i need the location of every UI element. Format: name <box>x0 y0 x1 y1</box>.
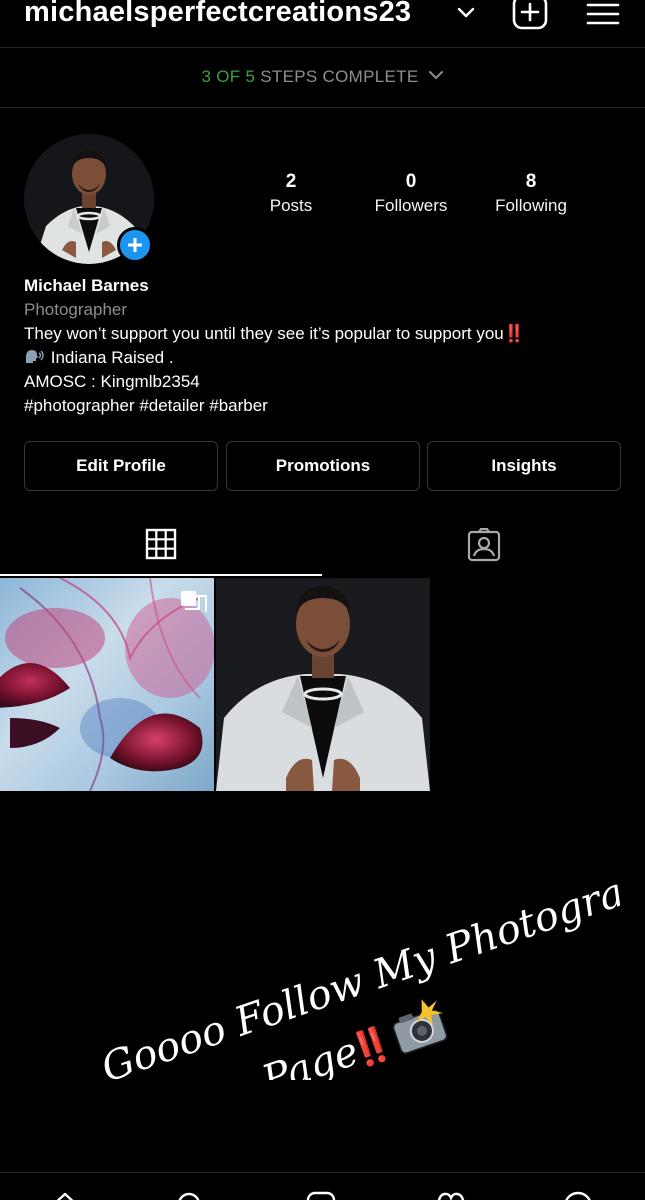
tagged-icon <box>467 528 500 562</box>
promo-overlay: Goooo Follow My Photography Page ‼️ <box>96 850 620 1080</box>
username-title[interactable]: michaelsperfectcreations23 <box>24 0 411 29</box>
stat-posts[interactable]: 2 Posts <box>231 170 351 218</box>
heart-icon[interactable] <box>436 1191 466 1200</box>
multiple-photos-icon <box>181 591 200 610</box>
profile-name: Michael Barnes <box>24 276 149 295</box>
edit-profile-button[interactable]: Edit Profile <box>24 441 218 491</box>
search-icon[interactable] <box>176 1191 206 1200</box>
insights-button[interactable]: Insights <box>427 441 621 491</box>
profile-bio: Michael Barnes Photographer They won’t s… <box>24 274 624 418</box>
profile-category: Photographer <box>24 300 128 319</box>
stat-following[interactable]: 8 Following <box>471 170 591 218</box>
bio-text: They won’t support you until they see it… <box>24 324 504 343</box>
bio-line: Indiana Raised . <box>24 346 624 370</box>
bio-line: AMOSC : Kingmlb2354 <box>24 372 200 391</box>
steps-rest: STEPS COMPLETE <box>255 67 419 86</box>
profile-icon[interactable] <box>563 1191 593 1200</box>
bio-line: They won’t support you until they see it… <box>24 322 624 346</box>
camera-flash-icon <box>392 999 448 1054</box>
bottom-nav <box>0 1172 645 1200</box>
double-exclamation-icon: ‼️ <box>503 324 525 343</box>
portrait-image <box>216 578 430 791</box>
promotions-button[interactable]: Promotions <box>226 441 420 491</box>
add-story-button[interactable] <box>117 227 153 263</box>
stat-label: Following <box>495 196 567 215</box>
new-post-icon[interactable] <box>512 0 548 30</box>
stat-value: 8 <box>525 171 537 192</box>
steps-done: 3 OF 5 <box>201 67 256 86</box>
tab-posts-grid[interactable] <box>0 520 322 576</box>
stat-value: 2 <box>285 171 297 192</box>
post-thumbnail-jellyfish[interactable] <box>0 578 214 791</box>
chevron-down-icon[interactable] <box>456 6 476 20</box>
post-thumbnail-portrait[interactable] <box>216 578 430 791</box>
stat-label: Posts <box>269 196 313 215</box>
bio-hashtags[interactable]: #photographer #detailer #barber <box>24 394 624 418</box>
reels-icon[interactable] <box>306 1191 336 1200</box>
grid-icon <box>145 528 177 560</box>
home-icon[interactable] <box>50 1191 80 1200</box>
bio-text: Indiana Raised . <box>46 348 174 367</box>
menu-icon[interactable] <box>586 2 620 28</box>
chevron-down-icon <box>428 70 443 79</box>
speaking-head-icon <box>26 350 44 363</box>
tab-tagged[interactable] <box>322 520 645 576</box>
stat-label: Followers <box>374 196 448 215</box>
stat-followers[interactable]: 0 Followers <box>351 170 471 218</box>
top-bar: michaelsperfectcreations23 <box>0 0 645 48</box>
onboarding-steps[interactable]: 3 OF 5 STEPS COMPLETE <box>0 48 645 108</box>
stat-value: 0 <box>405 171 417 192</box>
